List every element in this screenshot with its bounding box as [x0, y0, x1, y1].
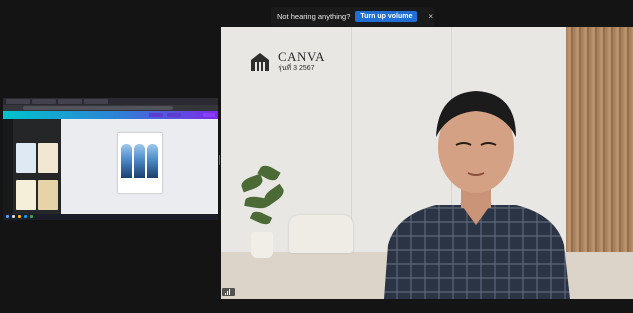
template-thumbnail — [38, 180, 58, 210]
browser-tab — [32, 99, 56, 104]
participant-video — [384, 91, 570, 299]
speaker-video-tile[interactable]: CANVA รุ่นที่ 3 2567 — [221, 27, 633, 299]
audio-notice-banner: Not hearing anything? Turn up volume × — [271, 7, 434, 26]
canva-toolbar — [3, 111, 218, 119]
canva-toolbar-button — [167, 113, 181, 117]
audio-level-icon — [225, 289, 230, 295]
design-pillar-graphic — [121, 144, 132, 178]
audio-notice-message: Not hearing anything? — [277, 12, 351, 21]
folder-icon — [18, 215, 21, 218]
design-pillar-graphic — [147, 144, 158, 178]
turn-up-volume-button[interactable]: Turn up volume — [355, 11, 418, 22]
tile-resize-handle[interactable] — [219, 155, 220, 165]
backdrop-logo: CANVA รุ่นที่ 3 2567 — [249, 50, 325, 73]
building-logo-icon — [251, 52, 269, 71]
backdrop-logo-subtitle: รุ่นที่ 3 2567 — [278, 65, 315, 72]
browser-tab — [84, 99, 108, 104]
close-icon[interactable]: × — [428, 12, 433, 21]
backdrop-logo-title: CANVA — [278, 49, 326, 64]
armchair — [289, 215, 353, 253]
plant-pot — [251, 232, 273, 258]
chrome-icon — [30, 215, 33, 218]
start-icon — [6, 215, 9, 218]
browser-tab — [6, 99, 30, 104]
template-thumbnail — [16, 180, 36, 210]
windows-taskbar — [3, 214, 218, 220]
participant-name-tag — [222, 288, 235, 296]
shared-screen-tile[interactable] — [3, 98, 218, 220]
edge-icon — [24, 215, 27, 218]
browser-tab — [58, 99, 82, 104]
template-thumbnail — [16, 143, 36, 173]
canva-side-rail — [3, 119, 13, 214]
design-pillar-graphic — [134, 144, 145, 178]
template-thumbnail — [38, 143, 58, 173]
canva-toolbar-button — [149, 113, 163, 117]
taskbar-app-icon — [12, 215, 15, 218]
browser-url-field — [23, 106, 173, 110]
canva-share-button — [203, 113, 215, 117]
